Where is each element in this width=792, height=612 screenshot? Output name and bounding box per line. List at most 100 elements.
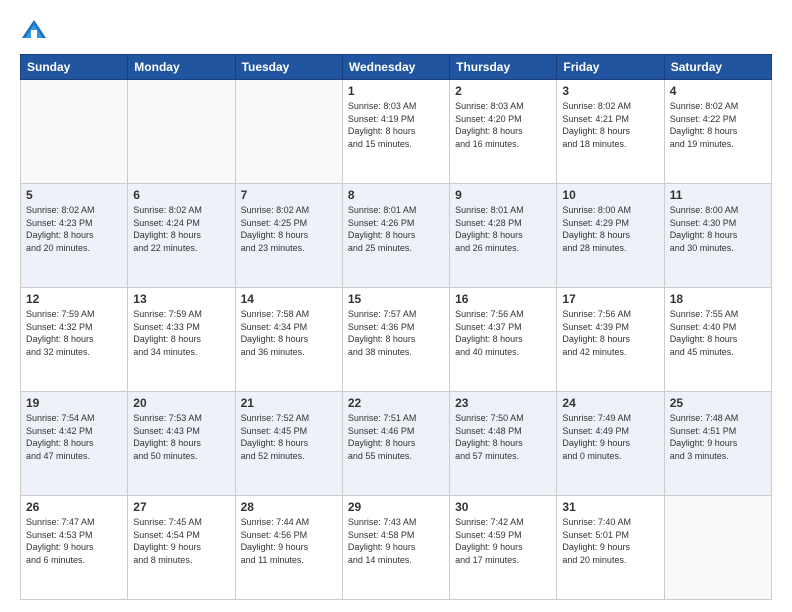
calendar-cell bbox=[664, 496, 771, 600]
week-row-3: 12 Sunrise: 7:59 AM Sunset: 4:32 PM Dayli… bbox=[21, 288, 772, 392]
calendar-cell: 23Sunrise: 7:50 AM Sunset: 4:48 PM Dayli… bbox=[450, 392, 557, 496]
day-number: 16 bbox=[455, 292, 551, 306]
page-header bbox=[20, 16, 772, 44]
calendar-cell: 31 Sunrise: 7:40 AM Sunset: 5:01 PM Dayli… bbox=[557, 496, 664, 600]
calendar-cell: 18 Sunrise: 7:55 AM Sunset: 4:40 PM Dayli… bbox=[664, 288, 771, 392]
calendar-cell: 4 Sunrise: 8:02 AM Sunset: 4:22 PM Daylig… bbox=[664, 80, 771, 184]
day-number: 11 bbox=[670, 188, 766, 202]
calendar-cell: 30 Sunrise: 7:42 AM Sunset: 4:59 PM Dayli… bbox=[450, 496, 557, 600]
calendar-cell bbox=[128, 80, 235, 184]
day-info: Sunrise: 7:53 AM Sunset: 4:43 PM Dayligh… bbox=[133, 412, 229, 462]
day-number: 18 bbox=[670, 292, 766, 306]
calendar-cell: 29 Sunrise: 7:43 AM Sunset: 4:58 PM Dayli… bbox=[342, 496, 449, 600]
day-info: Sunrise: 7:54 AM Sunset: 4:42 PM Dayligh… bbox=[26, 412, 122, 462]
calendar-cell: 28 Sunrise: 7:44 AM Sunset: 4:56 PM Dayli… bbox=[235, 496, 342, 600]
day-number: 12 bbox=[26, 292, 122, 306]
day-number: 24 bbox=[562, 396, 658, 410]
calendar-cell: 6Sunrise: 8:02 AM Sunset: 4:24 PM Daylig… bbox=[128, 184, 235, 288]
day-number: 8 bbox=[348, 188, 444, 202]
day-number: 17 bbox=[562, 292, 658, 306]
day-info: Sunrise: 7:55 AM Sunset: 4:40 PM Dayligh… bbox=[670, 308, 766, 358]
day-info: Sunrise: 8:01 AM Sunset: 4:28 PM Dayligh… bbox=[455, 204, 551, 254]
day-info: Sunrise: 8:01 AM Sunset: 4:26 PM Dayligh… bbox=[348, 204, 444, 254]
day-number: 2 bbox=[455, 84, 551, 98]
day-info: Sunrise: 8:02 AM Sunset: 4:22 PM Dayligh… bbox=[670, 100, 766, 150]
day-info: Sunrise: 7:57 AM Sunset: 4:36 PM Dayligh… bbox=[348, 308, 444, 358]
day-number: 3 bbox=[562, 84, 658, 98]
day-number: 22 bbox=[348, 396, 444, 410]
weekday-header-tuesday: Tuesday bbox=[235, 55, 342, 80]
weekday-header-saturday: Saturday bbox=[664, 55, 771, 80]
calendar-cell bbox=[235, 80, 342, 184]
calendar-cell: 21Sunrise: 7:52 AM Sunset: 4:45 PM Dayli… bbox=[235, 392, 342, 496]
day-number: 7 bbox=[241, 188, 337, 202]
day-number: 14 bbox=[241, 292, 337, 306]
weekday-header-row: SundayMondayTuesdayWednesdayThursdayFrid… bbox=[21, 55, 772, 80]
day-number: 31 bbox=[562, 500, 658, 514]
weekday-header-thursday: Thursday bbox=[450, 55, 557, 80]
calendar-cell: 25 Sunrise: 7:48 AM Sunset: 4:51 PM Dayli… bbox=[664, 392, 771, 496]
day-info: Sunrise: 8:03 AM Sunset: 4:19 PM Dayligh… bbox=[348, 100, 444, 150]
day-number: 28 bbox=[241, 500, 337, 514]
weekday-header-friday: Friday bbox=[557, 55, 664, 80]
day-info: Sunrise: 8:00 AM Sunset: 4:30 PM Dayligh… bbox=[670, 204, 766, 254]
calendar-cell: 14 Sunrise: 7:58 AM Sunset: 4:34 PM Dayli… bbox=[235, 288, 342, 392]
week-row-2: 5 Sunrise: 8:02 AM Sunset: 4:23 PM Daylig… bbox=[21, 184, 772, 288]
calendar-cell: 20 Sunrise: 7:53 AM Sunset: 4:43 PM Dayli… bbox=[128, 392, 235, 496]
calendar-cell: 8 Sunrise: 8:01 AM Sunset: 4:26 PM Daylig… bbox=[342, 184, 449, 288]
day-number: 1 bbox=[348, 84, 444, 98]
calendar-cell: 22 Sunrise: 7:51 AM Sunset: 4:46 PM Dayli… bbox=[342, 392, 449, 496]
day-info: Sunrise: 7:50 AM Sunset: 4:48 PM Dayligh… bbox=[455, 412, 551, 462]
day-info: Sunrise: 7:56 AM Sunset: 4:37 PM Dayligh… bbox=[455, 308, 551, 358]
calendar-cell: 1 Sunrise: 8:03 AM Sunset: 4:19 PM Daylig… bbox=[342, 80, 449, 184]
calendar-cell: 16 Sunrise: 7:56 AM Sunset: 4:37 PM Dayli… bbox=[450, 288, 557, 392]
day-info: Sunrise: 8:03 AM Sunset: 4:20 PM Dayligh… bbox=[455, 100, 551, 150]
day-info: Sunrise: 7:48 AM Sunset: 4:51 PM Dayligh… bbox=[670, 412, 766, 462]
day-info: Sunrise: 7:51 AM Sunset: 4:46 PM Dayligh… bbox=[348, 412, 444, 462]
calendar-cell: 7Sunrise: 8:02 AM Sunset: 4:25 PM Daylig… bbox=[235, 184, 342, 288]
day-number: 15 bbox=[348, 292, 444, 306]
day-info: Sunrise: 7:44 AM Sunset: 4:56 PM Dayligh… bbox=[241, 516, 337, 566]
day-number: 29 bbox=[348, 500, 444, 514]
calendar-cell: 24 Sunrise: 7:49 AM Sunset: 4:49 PM Dayli… bbox=[557, 392, 664, 496]
day-info: Sunrise: 8:02 AM Sunset: 4:21 PM Dayligh… bbox=[562, 100, 658, 150]
calendar-cell: 11 Sunrise: 8:00 AM Sunset: 4:30 PM Dayli… bbox=[664, 184, 771, 288]
day-number: 19 bbox=[26, 396, 122, 410]
calendar-cell bbox=[21, 80, 128, 184]
day-number: 4 bbox=[670, 84, 766, 98]
day-number: 5 bbox=[26, 188, 122, 202]
calendar-cell: 27Sunrise: 7:45 AM Sunset: 4:54 PM Dayli… bbox=[128, 496, 235, 600]
day-number: 13 bbox=[133, 292, 229, 306]
calendar-cell: 19 Sunrise: 7:54 AM Sunset: 4:42 PM Dayli… bbox=[21, 392, 128, 496]
day-number: 10 bbox=[562, 188, 658, 202]
day-info: Sunrise: 7:42 AM Sunset: 4:59 PM Dayligh… bbox=[455, 516, 551, 566]
day-info: Sunrise: 7:58 AM Sunset: 4:34 PM Dayligh… bbox=[241, 308, 337, 358]
logo-icon bbox=[20, 16, 48, 44]
day-number: 21 bbox=[241, 396, 337, 410]
calendar-table: SundayMondayTuesdayWednesdayThursdayFrid… bbox=[20, 54, 772, 600]
week-row-4: 19 Sunrise: 7:54 AM Sunset: 4:42 PM Dayli… bbox=[21, 392, 772, 496]
day-number: 6 bbox=[133, 188, 229, 202]
calendar-cell: 17 Sunrise: 7:56 AM Sunset: 4:39 PM Dayli… bbox=[557, 288, 664, 392]
day-info: Sunrise: 8:02 AM Sunset: 4:23 PM Dayligh… bbox=[26, 204, 122, 254]
calendar-cell: 9Sunrise: 8:01 AM Sunset: 4:28 PM Daylig… bbox=[450, 184, 557, 288]
weekday-header-monday: Monday bbox=[128, 55, 235, 80]
week-row-5: 26Sunrise: 7:47 AM Sunset: 4:53 PM Dayli… bbox=[21, 496, 772, 600]
day-info: Sunrise: 7:40 AM Sunset: 5:01 PM Dayligh… bbox=[562, 516, 658, 566]
day-number: 25 bbox=[670, 396, 766, 410]
weekday-header-wednesday: Wednesday bbox=[342, 55, 449, 80]
logo bbox=[20, 16, 52, 44]
day-info: Sunrise: 7:56 AM Sunset: 4:39 PM Dayligh… bbox=[562, 308, 658, 358]
day-info: Sunrise: 8:00 AM Sunset: 4:29 PM Dayligh… bbox=[562, 204, 658, 254]
day-info: Sunrise: 7:43 AM Sunset: 4:58 PM Dayligh… bbox=[348, 516, 444, 566]
week-row-1: 1 Sunrise: 8:03 AM Sunset: 4:19 PM Daylig… bbox=[21, 80, 772, 184]
day-info: Sunrise: 7:59 AM Sunset: 4:32 PM Dayligh… bbox=[26, 308, 122, 358]
calendar-cell: 10 Sunrise: 8:00 AM Sunset: 4:29 PM Dayli… bbox=[557, 184, 664, 288]
day-number: 26 bbox=[26, 500, 122, 514]
day-number: 30 bbox=[455, 500, 551, 514]
day-info: Sunrise: 7:49 AM Sunset: 4:49 PM Dayligh… bbox=[562, 412, 658, 462]
day-number: 20 bbox=[133, 396, 229, 410]
calendar-cell: 3 Sunrise: 8:02 AM Sunset: 4:21 PM Daylig… bbox=[557, 80, 664, 184]
calendar-cell: 15 Sunrise: 7:57 AM Sunset: 4:36 PM Dayli… bbox=[342, 288, 449, 392]
calendar-cell: 5 Sunrise: 8:02 AM Sunset: 4:23 PM Daylig… bbox=[21, 184, 128, 288]
